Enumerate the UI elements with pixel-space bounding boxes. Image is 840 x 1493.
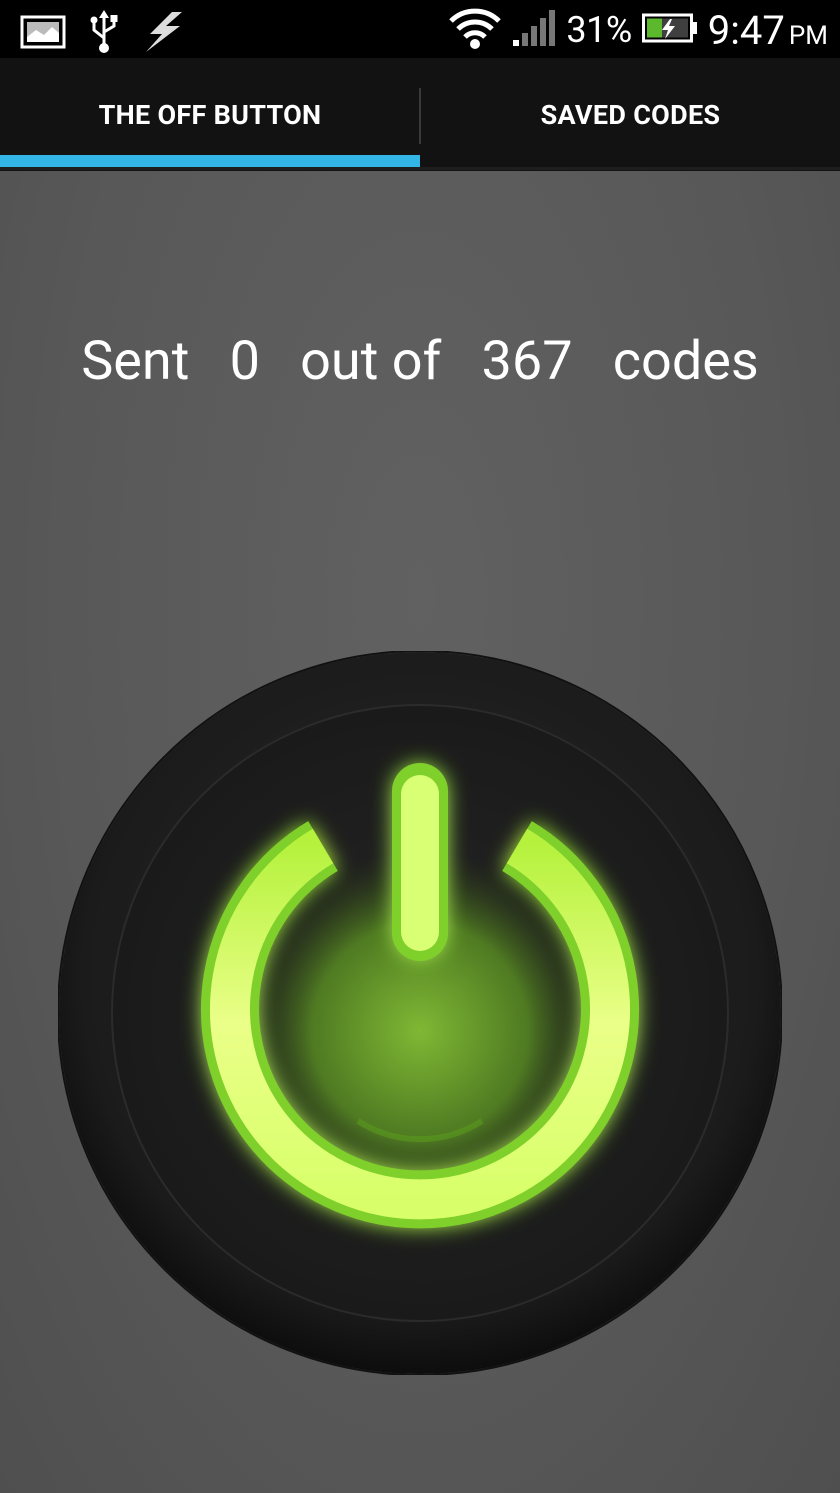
- total-count: 367: [481, 330, 573, 393]
- sent-suffix: codes: [612, 330, 759, 393]
- image-notification-icon: [20, 15, 66, 53]
- sent-progress-text: Sent 0 out of 367 codes: [0, 330, 840, 393]
- usb-icon: [86, 10, 122, 58]
- power-button[interactable]: [57, 650, 783, 1376]
- tab-bar-underline: [0, 167, 840, 170]
- power-icon: [57, 650, 783, 1376]
- clock: 9:47 PM: [708, 7, 828, 54]
- lightning-icon: [142, 12, 184, 56]
- clock-time: 9:47: [707, 6, 785, 54]
- sent-count: 0: [229, 330, 260, 393]
- clock-ampm: PM: [788, 20, 828, 51]
- battery-percent: 31%: [566, 9, 632, 51]
- tab-saved-codes[interactable]: SAVED CODES: [421, 58, 840, 171]
- wifi-icon: [448, 6, 502, 54]
- status-bar: 31% 9:47 PM: [0, 0, 840, 58]
- sent-prefix: Sent: [81, 330, 190, 393]
- app-screen: 31% 9:47 PM THE OFF BUTTON SAVED CODES Se…: [0, 0, 840, 1493]
- signal-icon: [512, 8, 556, 52]
- battery-charging-icon: [641, 13, 698, 47]
- sent-middle: out of: [300, 330, 442, 393]
